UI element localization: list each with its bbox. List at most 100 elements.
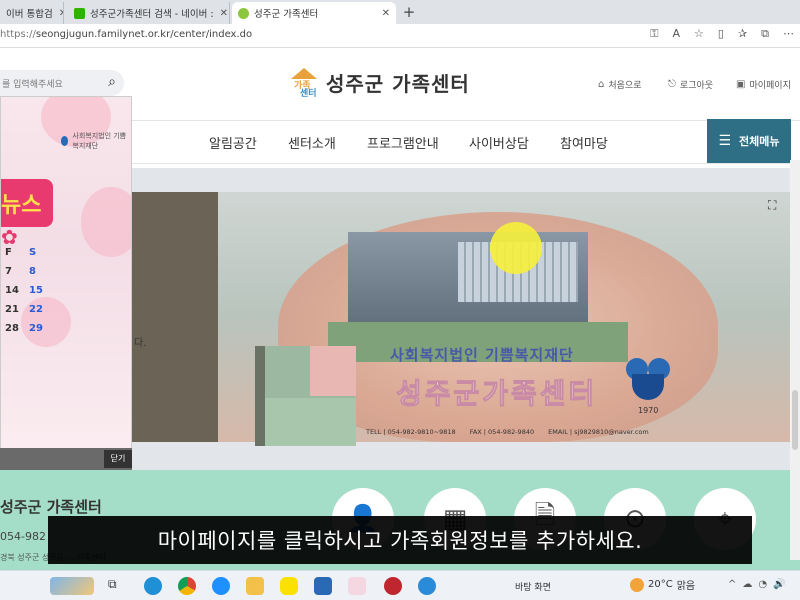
hero-year: 1970 — [638, 406, 659, 415]
popup-side-text: 다. — [134, 338, 147, 349]
ie-icon[interactable] — [212, 577, 230, 595]
calendar-cell: S — [29, 247, 37, 258]
home-link[interactable]: ⌂ 처음으로 — [598, 78, 641, 91]
read-aloud-icon[interactable]: A — [672, 27, 680, 41]
calendar-cell: 29 — [29, 323, 43, 334]
task-view-icon[interactable]: ⧉ — [108, 577, 126, 595]
hero-side-panel — [132, 192, 218, 442]
sun-icon — [630, 577, 644, 592]
close-icon[interactable]: ✕ — [376, 8, 390, 19]
favorites-icon[interactable]: ✰ — [738, 27, 747, 41]
popup-logo-text: 사회복지법인 기쁨복지재단 — [72, 132, 127, 150]
address-bar[interactable]: https://seongjugun.familynet.or.kr/cente… — [0, 24, 800, 48]
logout-icon: ⎋ — [668, 79, 676, 90]
hero-contact: TELL | 054-982-9810~9818 FAX | 054-982-9… — [366, 428, 649, 436]
hero-tel: TELL | 054-982-9810~9818 — [366, 428, 456, 436]
logout-link[interactable]: ⎋ 로그아웃 — [668, 78, 713, 91]
system-tray: ^ ☁ ◔ 🔊 — [728, 579, 786, 590]
url-text[interactable]: https://seongjugun.familynet.or.kr/cente… — [0, 29, 252, 40]
calendar-row: 7 8 — [5, 266, 53, 277]
cursor-highlight — [490, 222, 542, 274]
nav-participation[interactable]: 참여마당 — [560, 133, 608, 152]
naver-icon — [74, 7, 85, 19]
close-icon[interactable]: ✕ — [214, 8, 228, 19]
tab-family-center[interactable]: 성주군 가족센터 ✕ — [232, 2, 396, 24]
org-name: 성주군 가족센터 — [0, 498, 102, 516]
video-subtitle: 마이페이지를 클릭하시고 가족회원정보를 추가하세요. — [48, 516, 752, 564]
scrollbar-thumb[interactable] — [792, 390, 798, 450]
hero-subtitle: 사회복지법인 기쁨복지재단 — [390, 346, 574, 364]
mypage-link[interactable]: ▣ 마이페이지 — [736, 78, 791, 91]
foundation-logo-icon — [61, 136, 69, 146]
hwp-icon[interactable] — [348, 577, 366, 595]
tab-naver-search[interactable]: 이버 통합검 ✕ — [0, 2, 64, 24]
weather-text: 맑음 — [676, 581, 696, 592]
favorite-star-icon[interactable]: ☆ — [694, 27, 704, 41]
key-icon[interactable]: ⚿ — [650, 27, 658, 41]
url-prefix: https:// — [0, 29, 36, 40]
calendar-row: 14 15 — [5, 285, 53, 296]
volume-icon[interactable]: 🔊 — [773, 579, 785, 590]
url-path: seongjugun.familynet.or.kr/center/index.… — [35, 29, 253, 40]
widgets-icon[interactable] — [50, 577, 94, 595]
nav-cyber-counsel[interactable]: 사이버상담 — [469, 133, 529, 152]
calendar-header-row: F S — [5, 247, 53, 258]
wifi-icon[interactable]: ◔ — [758, 579, 767, 590]
nav-programs[interactable]: 프로그램안내 — [367, 133, 439, 152]
calendar-cell: 22 — [29, 304, 43, 315]
collections-icon[interactable]: ⧉ — [761, 27, 769, 41]
chevron-up-icon[interactable]: ^ — [728, 579, 736, 590]
calendar-cell: 28 — [5, 323, 19, 334]
calendar-row: 28 29 — [5, 323, 53, 334]
mail-icon[interactable] — [314, 577, 332, 595]
mypage-icon: ▣ — [736, 79, 746, 90]
search-icon[interactable]: ⌕ — [108, 74, 116, 90]
popup-banner-title: 뉴스 — [1, 179, 53, 227]
family-house-icon: 가족 센터 — [288, 66, 320, 99]
all-menu-button[interactable]: ☰ 전체메뉴 — [707, 119, 791, 163]
site-favicon-icon — [238, 7, 249, 19]
nav-about[interactable]: 센터소개 — [288, 133, 336, 152]
site-logo[interactable]: 가족 센터 성주군 가족센터 — [288, 66, 470, 99]
app-icon-red[interactable] — [384, 577, 402, 595]
nav-notice[interactable]: 알림공간 — [209, 133, 257, 152]
more-icon[interactable]: ⋯ — [783, 27, 794, 41]
close-icon[interactable]: ✕ — [53, 8, 63, 19]
hero-fax: FAX | 054-982-9840 — [469, 428, 535, 436]
calendar-cell: 14 — [5, 285, 19, 296]
calendar-cell: 8 — [29, 266, 36, 277]
tab-label: 이버 통합검 — [6, 9, 53, 20]
kakaotalk-icon[interactable] — [280, 577, 298, 595]
new-tab-button[interactable]: + — [398, 2, 420, 22]
split-screen-icon[interactable]: ▯ — [718, 27, 724, 41]
cloud-icon[interactable]: ☁ — [742, 579, 752, 590]
address-bar-icons: ⚿ A ☆ ▯ ✰ ⧉ ⋯ — [650, 27, 794, 41]
tab-search-results[interactable]: 성주군가족센터 검색 - 네이버 : ✕ — [68, 2, 230, 24]
file-explorer-icon[interactable] — [246, 577, 264, 595]
chrome-icon[interactable] — [178, 577, 196, 595]
logo-title: 성주군 가족센터 — [326, 71, 470, 96]
popup-logo: 사회복지법인 기쁨복지재단 — [61, 131, 131, 151]
logout-label: 로그아웃 — [679, 81, 714, 91]
popup-close-button[interactable]: 닫기 — [104, 450, 132, 468]
calendar-cell: 15 — [29, 285, 43, 296]
news-popup: 사회복지법인 기쁨복지재단 뉴스 ✿ F S 7 8 14 15 21 22 2… — [0, 96, 132, 468]
weather-widget[interactable]: 20°C 맑음 — [630, 577, 695, 592]
edge-icon[interactable] — [144, 577, 162, 595]
desktop-label[interactable]: 바탕 화면 — [515, 580, 551, 593]
mypage-label: 마이페이지 — [749, 81, 791, 91]
website-viewport: 가족 센터 성주군 가족센터 ⌂ 처음으로 ⎋ 로그아웃 ▣ 마이페이지 를 입… — [0, 48, 800, 570]
app-icon-blue[interactable] — [418, 577, 436, 595]
tab-label: 성주군가족센터 검색 - 네이버 : — [90, 9, 214, 20]
calendar-cell: F — [5, 247, 12, 258]
temperature: 20°C — [648, 579, 673, 590]
home-label: 처음으로 — [608, 81, 642, 91]
calendar-cell: 21 — [5, 304, 19, 315]
overlay-block-green — [265, 398, 356, 446]
org-tel: 054-982 — [0, 530, 46, 543]
expand-icon[interactable]: ⛶ — [768, 198, 776, 213]
page-scrollbar[interactable] — [790, 160, 800, 560]
search-input[interactable]: 를 입력해주세요 ⌕ — [0, 70, 124, 96]
popup-calendar: F S 7 8 14 15 21 22 28 29 — [5, 247, 53, 342]
browser-tab-bar: 이버 통합검 ✕ 성주군가족센터 검색 - 네이버 : ✕ 성주군 가족센터 ✕… — [0, 0, 800, 24]
